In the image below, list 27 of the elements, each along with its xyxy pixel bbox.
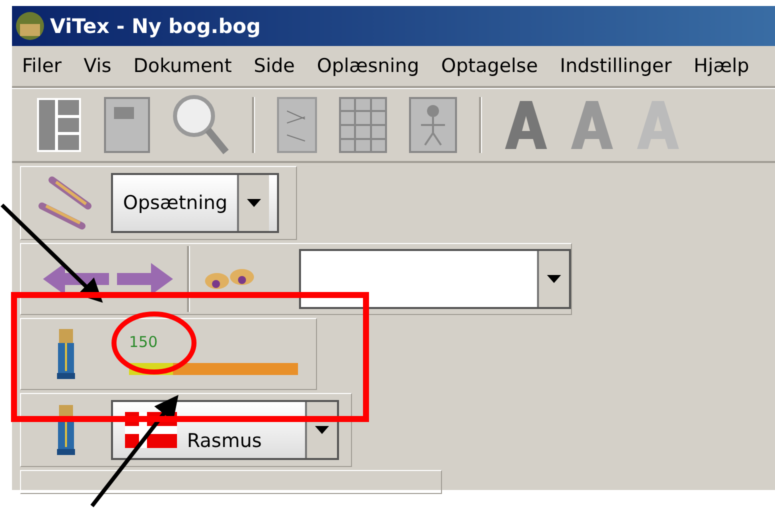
a-letter-icon[interactable] <box>570 99 614 151</box>
text-dropdown[interactable] <box>299 249 571 309</box>
caret-icon <box>547 275 561 283</box>
profile-dropdown[interactable]: Opsætning <box>111 173 279 233</box>
bold-a-icon[interactable] <box>504 99 548 151</box>
menu-item[interactable]: Indstillinger <box>548 55 683 77</box>
person-icon <box>55 405 77 455</box>
search-icon[interactable] <box>172 94 230 156</box>
menu-item[interactable]: Optagelse <box>430 55 549 77</box>
document-icon[interactable] <box>277 97 317 153</box>
app-logo-icon <box>14 10 46 42</box>
menu-item[interactable]: Hjælp <box>682 55 760 77</box>
layout-icon[interactable] <box>36 97 82 153</box>
eyes-icon[interactable] <box>204 267 256 291</box>
window-title: ViTex - Ny bog.bog <box>50 14 261 38</box>
menu-item[interactable]: Side <box>242 55 306 77</box>
person-icon <box>55 329 77 379</box>
page-icon[interactable] <box>104 97 150 153</box>
caret-icon <box>247 199 262 207</box>
speed-value: 150 <box>129 333 159 351</box>
stick-figure-icon[interactable] <box>409 97 457 153</box>
grid-icon[interactable] <box>339 97 387 153</box>
menu-item[interactable]: Oplæsning <box>306 55 430 77</box>
menu-item[interactable]: Filer <box>12 55 73 77</box>
caret-icon <box>315 426 329 434</box>
menu-item[interactable]: Dokument <box>122 55 243 77</box>
menu-item[interactable]: Vis <box>72 55 122 77</box>
